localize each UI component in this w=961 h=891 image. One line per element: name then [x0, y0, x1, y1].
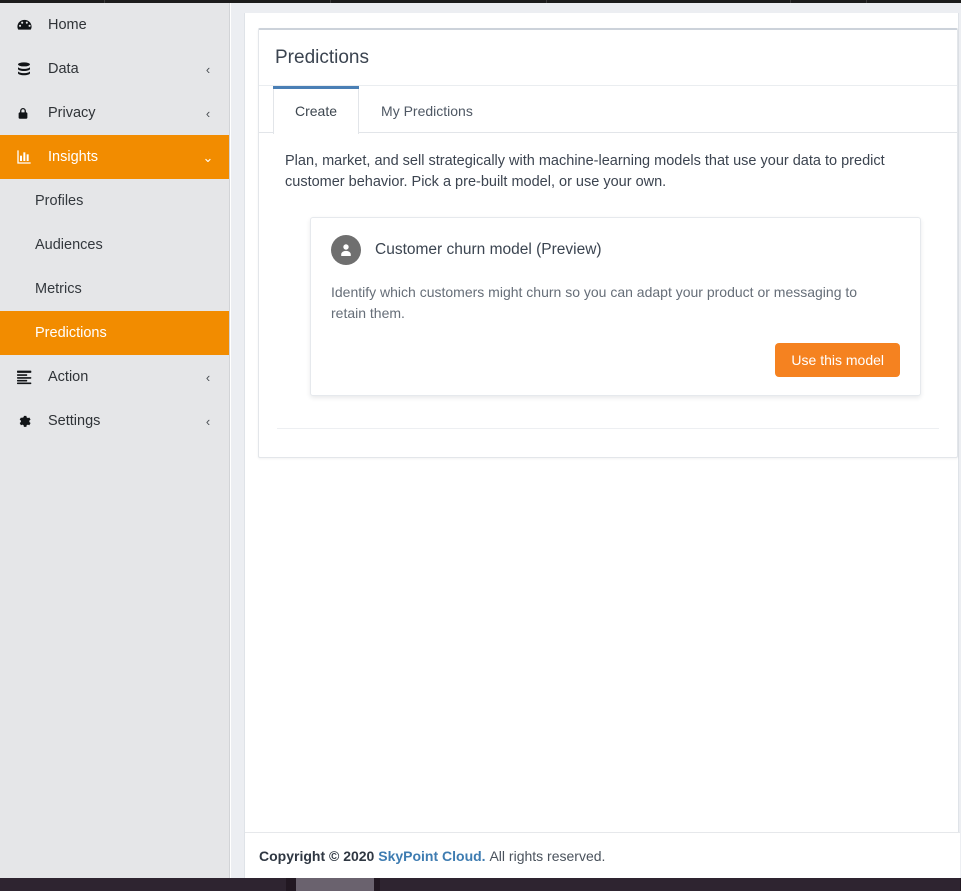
stream-list-icon	[16, 370, 38, 385]
page-title: Predictions	[275, 48, 939, 69]
model-card-header: Customer churn model (Preview)	[331, 235, 900, 265]
sidebar-item-data[interactable]: Data ‹	[0, 47, 229, 91]
chevron-left-icon: ‹	[201, 107, 215, 120]
sidebar-item-metrics[interactable]: Metrics	[0, 267, 229, 311]
predictions-panel: Predictions Create My Predictions Plan, …	[258, 28, 958, 458]
app-root: Home Data ‹ Privacy ‹	[0, 0, 961, 891]
panel-header: Predictions	[259, 30, 957, 86]
sidebar-item-privacy[interactable]: Privacy ‹	[0, 91, 229, 135]
lock-icon	[16, 105, 38, 122]
use-this-model-button[interactable]: Use this model	[775, 343, 900, 377]
sidebar-item-label: Settings	[48, 413, 201, 429]
footer-copyright: Copyright © 2020	[259, 848, 374, 864]
sidebar-item-label: Data	[48, 61, 201, 77]
footer-brand-link[interactable]: SkyPoint Cloud.	[378, 848, 485, 864]
sidebar-item-insights[interactable]: Insights ⌄	[0, 135, 229, 179]
model-card-actions: Use this model	[331, 343, 900, 377]
sidebar-item-audiences[interactable]: Audiences	[0, 223, 229, 267]
sidebar-subitem-label: Audiences	[35, 237, 103, 253]
gear-icon	[16, 413, 38, 429]
chevron-left-icon: ‹	[201, 415, 215, 428]
tab-my-predictions[interactable]: My Predictions	[359, 89, 495, 132]
footer-rights: All rights reserved.	[489, 848, 605, 864]
sidebar-subitem-label: Predictions	[35, 325, 107, 341]
panel-body: Plan, market, and sell strategically wit…	[259, 133, 957, 457]
chevron-down-icon: ⌄	[201, 151, 215, 164]
tab-create[interactable]: Create	[273, 89, 359, 134]
model-card-description: Identify which customers might churn so …	[331, 282, 891, 324]
dashboard-icon	[16, 17, 38, 34]
sidebar-subitem-label: Metrics	[35, 281, 82, 297]
sidebar-item-settings[interactable]: Settings ‹	[0, 399, 229, 443]
taskbar-strip[interactable]	[0, 878, 961, 891]
panel-footer-space	[277, 429, 939, 457]
sidebar-item-predictions[interactable]: Predictions	[0, 311, 229, 355]
sidebar-item-label: Action	[48, 369, 201, 385]
bar-chart-icon	[16, 149, 38, 165]
intro-text: Plan, market, and sell strategically wit…	[285, 151, 905, 193]
sidebar-subitem-label: Profiles	[35, 193, 83, 209]
sidebar-item-label: Privacy	[48, 105, 201, 121]
model-card-title: Customer churn model (Preview)	[375, 241, 602, 259]
sidebar-item-label: Insights	[48, 149, 201, 165]
sidebar-item-home[interactable]: Home	[0, 3, 229, 47]
user-avatar-icon	[331, 235, 361, 265]
chevron-left-icon: ‹	[201, 371, 215, 384]
database-icon	[16, 61, 38, 78]
tab-bar: Create My Predictions	[259, 86, 957, 133]
sidebar-item-label: Home	[48, 17, 201, 33]
chevron-left-icon: ‹	[201, 63, 215, 76]
sidebar-nav: Home Data ‹ Privacy ‹	[0, 3, 230, 878]
main-canvas: Predictions Create My Predictions Plan, …	[231, 3, 961, 878]
tab-label: Create	[295, 103, 337, 119]
model-card-customer-churn[interactable]: Customer churn model (Preview) Identify …	[310, 217, 921, 396]
sidebar-item-action[interactable]: Action ‹	[0, 355, 229, 399]
content-column: Predictions Create My Predictions Plan, …	[244, 13, 959, 878]
tab-label: My Predictions	[381, 103, 473, 119]
taskbar-active-window[interactable]	[296, 878, 374, 891]
page-footer: Copyright © 2020 SkyPoint Cloud. All rig…	[245, 832, 960, 878]
sidebar-item-profiles[interactable]: Profiles	[0, 179, 229, 223]
